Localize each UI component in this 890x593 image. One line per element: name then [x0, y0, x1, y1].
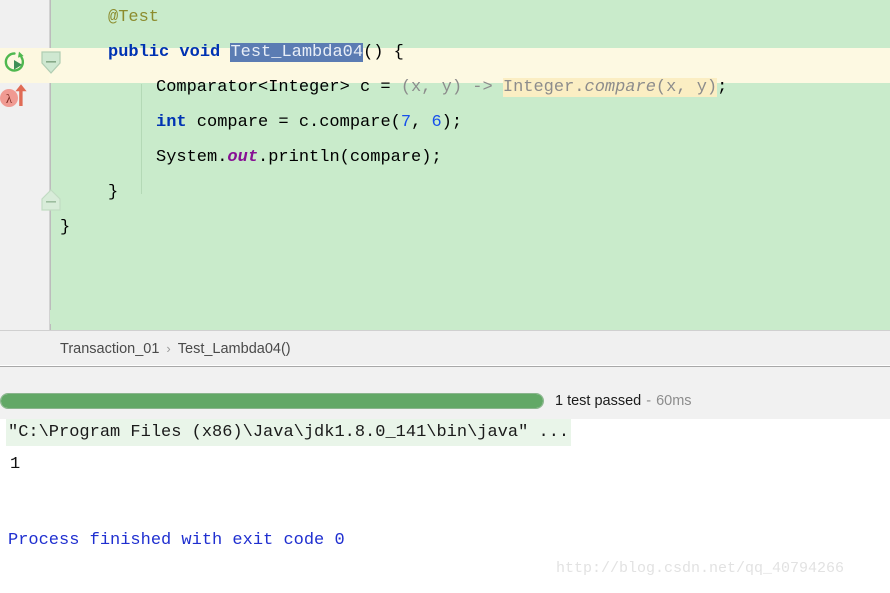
code-editor[interactable]: λ @Test public void Test_Lambda04() {Comp…: [0, 0, 890, 330]
breadcrumb-item-method[interactable]: Test_Lambda04(): [178, 341, 291, 357]
test-status-dash: -: [646, 393, 652, 409]
code-text[interactable]: @Test public void Test_Lambda04() {Compar…: [50, 0, 890, 330]
code-line[interactable]: System.out.println(compare);: [50, 140, 890, 175]
code-token: ;: [717, 78, 728, 97]
test-progress-fill: [1, 394, 543, 408]
test-duration: 60ms: [656, 393, 692, 409]
breadcrumb-bar: Transaction_01 › Test_Lambda04(): [0, 330, 890, 365]
watermark-text: http://blog.csdn.net/qq_40794266: [556, 560, 845, 577]
code-token: () {: [363, 43, 404, 62]
run-test-icon[interactable]: [1, 49, 29, 77]
code-token: System.: [156, 148, 228, 167]
code-token: (x, y): [655, 78, 718, 97]
code-line[interactable]: }: [50, 175, 890, 210]
console-exit-message: Process finished with exit code 0: [8, 531, 345, 550]
chevron-right-icon: ›: [166, 341, 171, 356]
lambda-arrow-icon[interactable]: λ: [0, 82, 30, 112]
code-token: 7: [400, 113, 412, 132]
code-token: ->: [472, 78, 493, 97]
code-token: );: [441, 113, 463, 132]
test-status-label: 1 test passed - 60ms: [555, 392, 692, 410]
code-token: compare: [584, 78, 656, 97]
test-status-text: 1 test passed: [555, 393, 642, 409]
code-token: .println(compare);: [258, 148, 442, 167]
code-token: @Test: [108, 8, 160, 27]
code-line[interactable]: }: [50, 210, 890, 245]
console-program-output: 1: [10, 455, 21, 474]
test-progress-bar: [0, 393, 544, 409]
code-token: Comparator<Integer> c =: [156, 78, 401, 97]
code-line[interactable]: @Test: [50, 0, 890, 35]
code-token: (x, y): [400, 78, 463, 97]
code-token: Integer.: [502, 78, 585, 97]
code-line[interactable]: public void Test_Lambda04() {: [50, 35, 890, 70]
code-token: ,: [411, 113, 432, 132]
ide-test-run-window: λ @Test public void Test_Lambda04() {Comp…: [0, 0, 890, 593]
test-progress-row: 1 test passed - 60ms: [0, 366, 890, 419]
code-token: }: [60, 218, 71, 237]
code-line[interactable]: int compare = c.compare(7, 6);: [50, 105, 890, 140]
console-command-line: "C:\Program Files (x86)\Java\jdk1.8.0_14…: [6, 419, 572, 446]
code-line[interactable]: Comparator<Integer> c = (x, y) -> Intege…: [50, 70, 890, 105]
svg-text:λ: λ: [6, 91, 13, 106]
code-token: int: [156, 113, 187, 132]
breadcrumb-item-class[interactable]: Transaction_01: [60, 341, 159, 357]
code-token: public: [108, 43, 170, 62]
code-token: 6: [431, 113, 442, 132]
code-token: void: [179, 43, 221, 62]
code-token: }: [108, 183, 119, 202]
code-token: Test_Lambda04: [230, 43, 364, 62]
code-token: out: [227, 148, 259, 167]
breadcrumb[interactable]: Transaction_01 › Test_Lambda04(): [60, 331, 291, 366]
editor-scrollbar-track[interactable]: [50, 310, 890, 324]
code-token: compare = c.compare(: [186, 113, 401, 132]
